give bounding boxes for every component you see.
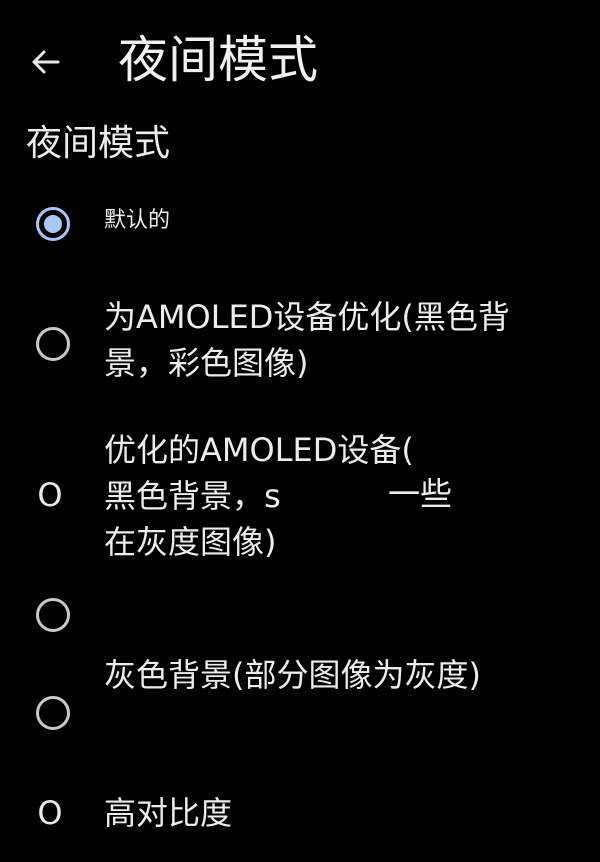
option-label: 灰色背景(部分图像为灰度) <box>104 656 481 694</box>
option-label-line: 为AMOLED设备优化(黑色背 <box>104 298 510 336</box>
option-high-contrast[interactable]: O 高对比度 <box>0 790 600 840</box>
option-label-line: 黑色背景，s <box>104 477 281 515</box>
back-button[interactable] <box>28 44 64 80</box>
option-label: 高对比度 <box>104 794 233 832</box>
option-empty[interactable] <box>0 590 600 640</box>
app-bar: 夜间模式 <box>0 0 600 120</box>
page-title: 夜间模式 <box>118 31 318 89</box>
option-gray-background[interactable]: 灰色背景(部分图像为灰度) <box>0 650 600 740</box>
radio-button[interactable] <box>36 696 70 730</box>
option-label-line: 优化的AMOLED设备( <box>104 431 414 469</box>
radio-button[interactable]: O <box>32 478 68 512</box>
option-label: 优化的AMOLED设备( 黑色背景，s 在灰度图像) <box>104 427 414 565</box>
option-label-fragment: 一些 <box>388 475 453 513</box>
section-title: 夜间模式 <box>26 123 171 164</box>
option-label: 默认的 <box>104 208 171 233</box>
option-default[interactable]: 默认的 <box>0 200 600 248</box>
radio-button-selected[interactable] <box>36 207 70 241</box>
radio-button[interactable]: O <box>32 796 68 830</box>
option-label-line: 景，彩色图像) <box>104 344 309 382</box>
arrow-left-icon <box>32 50 60 74</box>
radio-button[interactable] <box>36 598 70 632</box>
option-amoled-color[interactable]: 为AMOLED设备优化(黑色背 景，彩色图像) <box>0 290 600 390</box>
option-amoled-grayscale[interactable]: O 优化的AMOLED设备( 黑色背景，s 在灰度图像) 一些 <box>0 425 600 565</box>
option-label: 为AMOLED设备优化(黑色背 景，彩色图像) <box>104 294 510 386</box>
radio-button[interactable] <box>36 327 70 361</box>
option-label-line: 在灰度图像) <box>104 523 277 561</box>
